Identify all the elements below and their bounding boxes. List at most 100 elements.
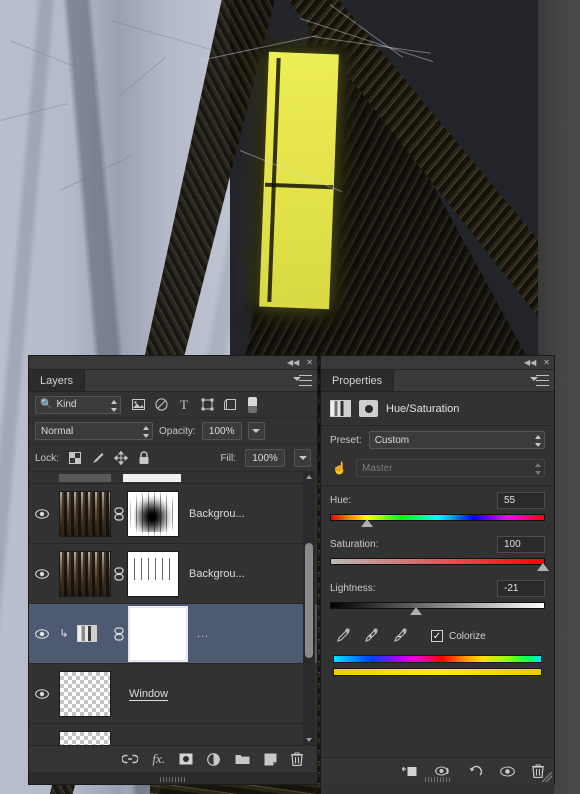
on-image-adjust-hand-icon[interactable]: ☝ bbox=[330, 461, 349, 475]
colorize-checkbox[interactable]: ✓ bbox=[431, 630, 443, 642]
collapse-double-chevron-icon[interactable]: ◀◀ bbox=[524, 359, 536, 367]
saturation-slider-thumb[interactable] bbox=[537, 563, 549, 571]
add-layer-mask-button[interactable] bbox=[179, 753, 193, 765]
chevron-updown-icon[interactable] bbox=[534, 463, 541, 475]
filter-shape-icon[interactable] bbox=[200, 398, 214, 412]
preset-select[interactable]: Custom bbox=[369, 431, 545, 449]
visibility-toggle[interactable] bbox=[29, 569, 55, 579]
table-row[interactable] bbox=[29, 472, 317, 484]
lightness-slider-thumb[interactable] bbox=[410, 607, 422, 615]
layer-thumbnail[interactable] bbox=[59, 551, 111, 597]
new-adjustment-layer-button[interactable] bbox=[207, 753, 221, 766]
filter-enable-toggle[interactable] bbox=[248, 397, 257, 413]
blend-mode-select[interactable]: Normal bbox=[35, 422, 153, 440]
table-row[interactable]: Window bbox=[29, 664, 317, 724]
layer-mask-thumbnail[interactable] bbox=[129, 607, 187, 661]
table-row[interactable]: Backgrou... bbox=[29, 484, 317, 544]
new-layer-button[interactable] bbox=[264, 753, 277, 766]
table-row[interactable]: Backgrou... bbox=[29, 544, 317, 604]
toggle-layer-visibility-button[interactable] bbox=[500, 766, 515, 777]
visibility-toggle[interactable] bbox=[29, 629, 55, 639]
eyedropper-sample-icon[interactable] bbox=[337, 627, 352, 645]
layer-list[interactable]: Backgrou... Backgrou... bbox=[29, 472, 317, 745]
hue-input[interactable]: 55 bbox=[497, 492, 545, 509]
lock-transparent-pixels-icon[interactable] bbox=[68, 451, 82, 465]
opacity-input[interactable]: 100% bbox=[202, 422, 242, 440]
hue-slider[interactable] bbox=[330, 513, 545, 527]
view-previous-state-button[interactable] bbox=[435, 765, 452, 777]
scroll-up-arrow-icon[interactable] bbox=[306, 475, 312, 479]
blend-mode-row[interactable]: Normal Opacity: 100% bbox=[29, 418, 317, 445]
filter-smart-object-icon[interactable] bbox=[223, 398, 237, 412]
chevron-updown-icon[interactable] bbox=[142, 426, 149, 438]
layer-name[interactable]: ... bbox=[197, 628, 209, 640]
lock-position-icon[interactable] bbox=[114, 451, 128, 465]
clip-to-layer-button[interactable] bbox=[402, 765, 418, 778]
opacity-slider-dropdown[interactable] bbox=[248, 422, 265, 440]
eyedropper-add-icon[interactable] bbox=[365, 627, 381, 645]
filter-type-icons[interactable]: T bbox=[131, 397, 257, 413]
properties-panel[interactable]: ◀◀ ✕ Properties Hue/Saturation Preset: C… bbox=[320, 355, 555, 785]
scrollbar-thumb[interactable] bbox=[305, 543, 313, 658]
layer-filter-row[interactable]: 🔍 Kind T bbox=[29, 392, 317, 418]
fill-input[interactable]: 100% bbox=[245, 449, 285, 467]
delete-layer-button[interactable] bbox=[291, 752, 303, 766]
panel-corner-resize-grip[interactable] bbox=[542, 772, 552, 782]
mask-link-icon[interactable] bbox=[111, 507, 127, 521]
properties-panel-menu-icon[interactable] bbox=[536, 375, 549, 386]
table-row[interactable]: ↳ ... bbox=[29, 604, 317, 664]
eyedropper-row[interactable]: ✓ Colorize bbox=[321, 621, 554, 649]
lock-all-icon[interactable] bbox=[137, 451, 151, 465]
layers-vertical-scrollbar[interactable] bbox=[303, 472, 315, 745]
reset-adjustment-button[interactable] bbox=[469, 765, 483, 778]
close-icon[interactable]: ✕ bbox=[543, 359, 550, 367]
eyedropper-subtract-icon[interactable] bbox=[394, 627, 410, 645]
filter-pixel-icon[interactable] bbox=[131, 398, 145, 412]
layer-name[interactable]: Window bbox=[129, 688, 168, 700]
new-group-button[interactable] bbox=[235, 753, 250, 765]
filter-kind-select[interactable]: 🔍 Kind bbox=[35, 396, 121, 414]
filter-adjustment-icon[interactable] bbox=[154, 398, 168, 412]
chevron-updown-icon[interactable] bbox=[534, 435, 541, 447]
layers-panel-footer[interactable]: fx. bbox=[29, 745, 317, 772]
panel-resize-grip[interactable] bbox=[425, 777, 451, 782]
channel-select[interactable]: Master bbox=[356, 459, 545, 477]
layer-style-fx-button[interactable]: fx. bbox=[152, 751, 165, 767]
visibility-toggle[interactable] bbox=[29, 689, 55, 699]
lock-image-pixels-icon[interactable] bbox=[91, 451, 105, 465]
layer-name[interactable]: Backgrou... bbox=[189, 508, 245, 520]
table-row[interactable]: Gradient Fog bbox=[29, 724, 317, 745]
properties-tab-strip[interactable]: Properties bbox=[321, 370, 554, 392]
saturation-input[interactable]: 100 bbox=[497, 536, 545, 553]
saturation-slider[interactable] bbox=[330, 557, 545, 571]
fill-slider-dropdown[interactable] bbox=[294, 449, 311, 467]
scroll-down-arrow-icon[interactable] bbox=[306, 738, 312, 742]
layer-mask-thumbnail[interactable] bbox=[127, 551, 179, 597]
tab-properties[interactable]: Properties bbox=[321, 370, 394, 391]
lightness-input[interactable]: -21 bbox=[497, 580, 545, 597]
layer-mask-thumbnail[interactable] bbox=[127, 491, 179, 537]
lightness-slider[interactable] bbox=[330, 601, 545, 615]
layer-name[interactable]: Backgrou... bbox=[189, 568, 245, 580]
layers-panel-titlebar[interactable]: ◀◀ ✕ bbox=[29, 356, 317, 370]
layer-thumbnail[interactable] bbox=[59, 491, 111, 537]
tab-layers[interactable]: Layers bbox=[29, 370, 85, 391]
colorize-checkbox-wrap[interactable]: ✓ Colorize bbox=[431, 630, 486, 642]
link-layers-button[interactable] bbox=[122, 754, 138, 764]
properties-panel-titlebar[interactable]: ◀◀ ✕ bbox=[321, 356, 554, 370]
preset-row[interactable]: Preset: Custom bbox=[321, 426, 554, 454]
mask-link-icon[interactable] bbox=[111, 567, 127, 581]
panel-resize-grip[interactable] bbox=[160, 777, 186, 782]
chevron-updown-icon[interactable] bbox=[110, 400, 117, 412]
filter-type-icon[interactable]: T bbox=[177, 398, 191, 412]
hue-saturation-adjustment-thumbnail[interactable] bbox=[77, 625, 97, 642]
layers-panel-menu-icon[interactable] bbox=[299, 375, 312, 386]
lock-row[interactable]: Lock: Fill: 100% bbox=[29, 445, 317, 472]
layer-thumbnail[interactable] bbox=[59, 671, 111, 717]
visibility-toggle[interactable] bbox=[29, 509, 55, 519]
mask-link-icon[interactable] bbox=[111, 627, 127, 641]
layer-thumbnail[interactable] bbox=[59, 731, 111, 746]
hue-slider-thumb[interactable] bbox=[361, 519, 373, 527]
collapse-double-chevron-icon[interactable]: ◀◀ bbox=[287, 359, 299, 367]
close-icon[interactable]: ✕ bbox=[306, 359, 313, 367]
